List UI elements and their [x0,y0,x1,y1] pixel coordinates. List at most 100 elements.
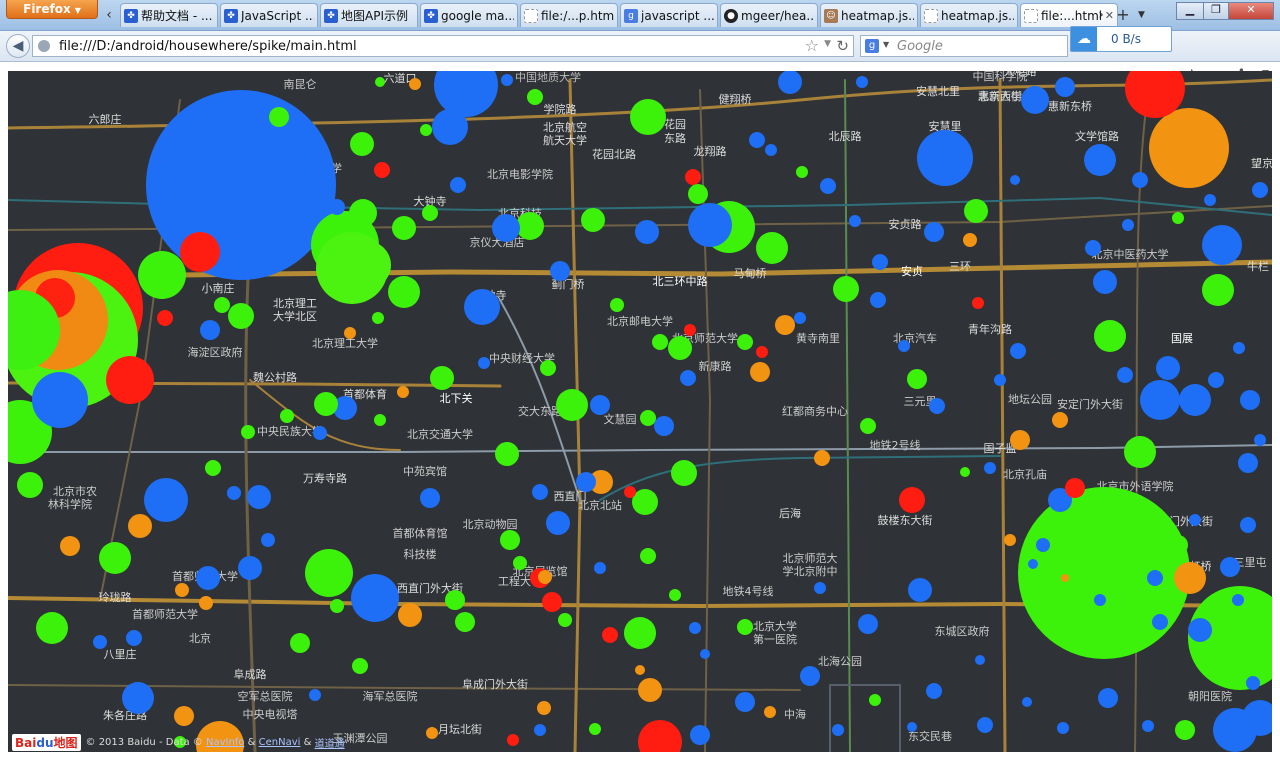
new-tab-button[interactable]: + [1114,5,1132,25]
map-label: 北京航空 [543,120,587,134]
heat-point [1055,77,1075,97]
heat-point [590,395,610,415]
map-label: 北海公园 [818,654,862,668]
map-viewport[interactable]: 中国地质大学 学院路 北京航空 航天大学 花园北路 花园 东路 龙翔路 蓟门桥 北京邮电大学 北京师… [8,71,1272,752]
heat-point [200,320,220,340]
heat-point [513,556,527,570]
attribution-amp-1: & [247,737,256,748]
heat-point [640,410,656,426]
heat-point [1142,720,1154,732]
network-speed-text: 0 B/s [1111,32,1141,46]
tab-3[interactable]: ✤ 地图API示例 [320,3,418,27]
tab-9[interactable]: heatmap.js... [920,3,1018,27]
heat-point [907,369,927,389]
tab-8[interactable]: ☺ heatmap.js... [820,3,918,27]
tab-1[interactable]: ✤ 帮助文档 - ... [120,3,218,27]
tab-2[interactable]: ✤ JavaScript ... [220,3,318,27]
heat-point [832,724,844,736]
back-button[interactable]: ◀ [6,34,30,58]
heat-point [344,327,356,339]
heat-point [630,99,666,135]
minimize-button[interactable]: ▁ [1176,2,1204,20]
map-label: 龙翔路 [694,144,727,158]
tab-scroll-left-button[interactable]: ‹ [100,4,118,26]
map-label: 北下关 [440,391,473,405]
map-label: 红都商务中心 [782,404,848,418]
heat-point [532,484,548,500]
daodaotong-link[interactable]: 道道通 [315,735,345,750]
heat-point [1149,108,1229,188]
map-label: 牛栏 [1247,259,1269,273]
map-label: 鼓楼东大街 [878,513,933,527]
map-label: 首都体育馆 [393,526,448,540]
close-icon: ✕ [1246,3,1256,16]
heat-point [351,574,399,622]
map-label: 空军总医院 [238,689,293,703]
tab-6[interactable]: g javascript ... [620,3,718,27]
heat-point [122,682,154,714]
search-bar[interactable]: g ▼ Google [860,35,1068,57]
heat-point [343,241,391,289]
logo-text-du: du [36,736,54,750]
heat-point [290,633,310,653]
tab-7[interactable]: ● mgeer/hea... [720,3,818,27]
map-label: 首都师范大学 [132,607,198,621]
heat-point [261,533,275,547]
heat-point [671,460,697,486]
google-icon[interactable]: g [865,39,879,53]
cennavi-link[interactable]: CenNavi [259,737,301,748]
tab-label: 地图API示例 [341,9,408,23]
navinfo-link[interactable]: NavInfo [206,737,244,748]
heat-point [1132,172,1148,188]
map-label: 文学馆路 [1075,129,1119,143]
heat-point [964,199,988,223]
map-label: 马甸桥 [734,267,767,280]
url-bar[interactable]: file:///D:/android/housewhere/spike/main… [32,35,854,57]
bookmark-star-icon[interactable]: ☆ [805,36,819,55]
tab-label: google ma... [441,8,514,23]
tab-scroll-right-button[interactable]: › [1092,4,1110,26]
heat-point [558,613,572,627]
heat-point [349,199,377,227]
heat-point [534,724,546,736]
url-history-dropdown-icon[interactable]: ▼ [824,39,831,49]
cloud-icon: ☁ [1071,27,1097,51]
heat-point [374,162,390,178]
maximize-button[interactable]: ❐ [1203,2,1229,20]
heat-point [778,71,802,94]
reload-icon[interactable]: ↻ [836,37,849,55]
heat-point [60,536,80,556]
tab-4[interactable]: ✤ google ma... [420,3,518,27]
heat-point [856,76,868,88]
heat-point [1098,688,1118,708]
search-engine-dropdown-icon[interactable]: ▼ [883,40,889,49]
heat-point [1202,225,1242,265]
map-label: 惠新东桥 [1048,99,1092,113]
map-label: 北京 [189,631,211,645]
heat-point [1010,343,1026,359]
list-all-tabs-button[interactable]: ▼ [1138,5,1145,25]
heat-point [1018,487,1190,659]
heat-point [750,362,770,382]
heat-point [138,251,186,299]
heat-point [426,727,438,739]
map-label: 望京 [1251,156,1272,170]
attribution-copyright: © 2013 Baidu - Data © [85,737,203,748]
window-close-button[interactable]: ✕ [1228,2,1274,20]
heat-point [1252,182,1268,198]
heat-point [196,566,220,590]
baidu-map-logo[interactable]: Baidu地图 [12,734,81,751]
heat-point [872,254,888,270]
map-label: 国展 [1171,332,1193,345]
map-label: 东路 [664,132,686,145]
heat-point [478,357,490,369]
tab-label: 帮助文档 - ... [141,9,213,23]
heat-point [624,617,656,649]
network-speed-widget[interactable]: ☁ 0 B/s [1070,26,1172,52]
heat-point [594,562,606,574]
heat-point [330,599,344,613]
heat-point [860,418,876,434]
heat-point [1240,390,1260,410]
firefox-menu-button[interactable]: Firefox ▼ [6,0,98,19]
tab-5[interactable]: file:/...p.html [520,3,618,27]
